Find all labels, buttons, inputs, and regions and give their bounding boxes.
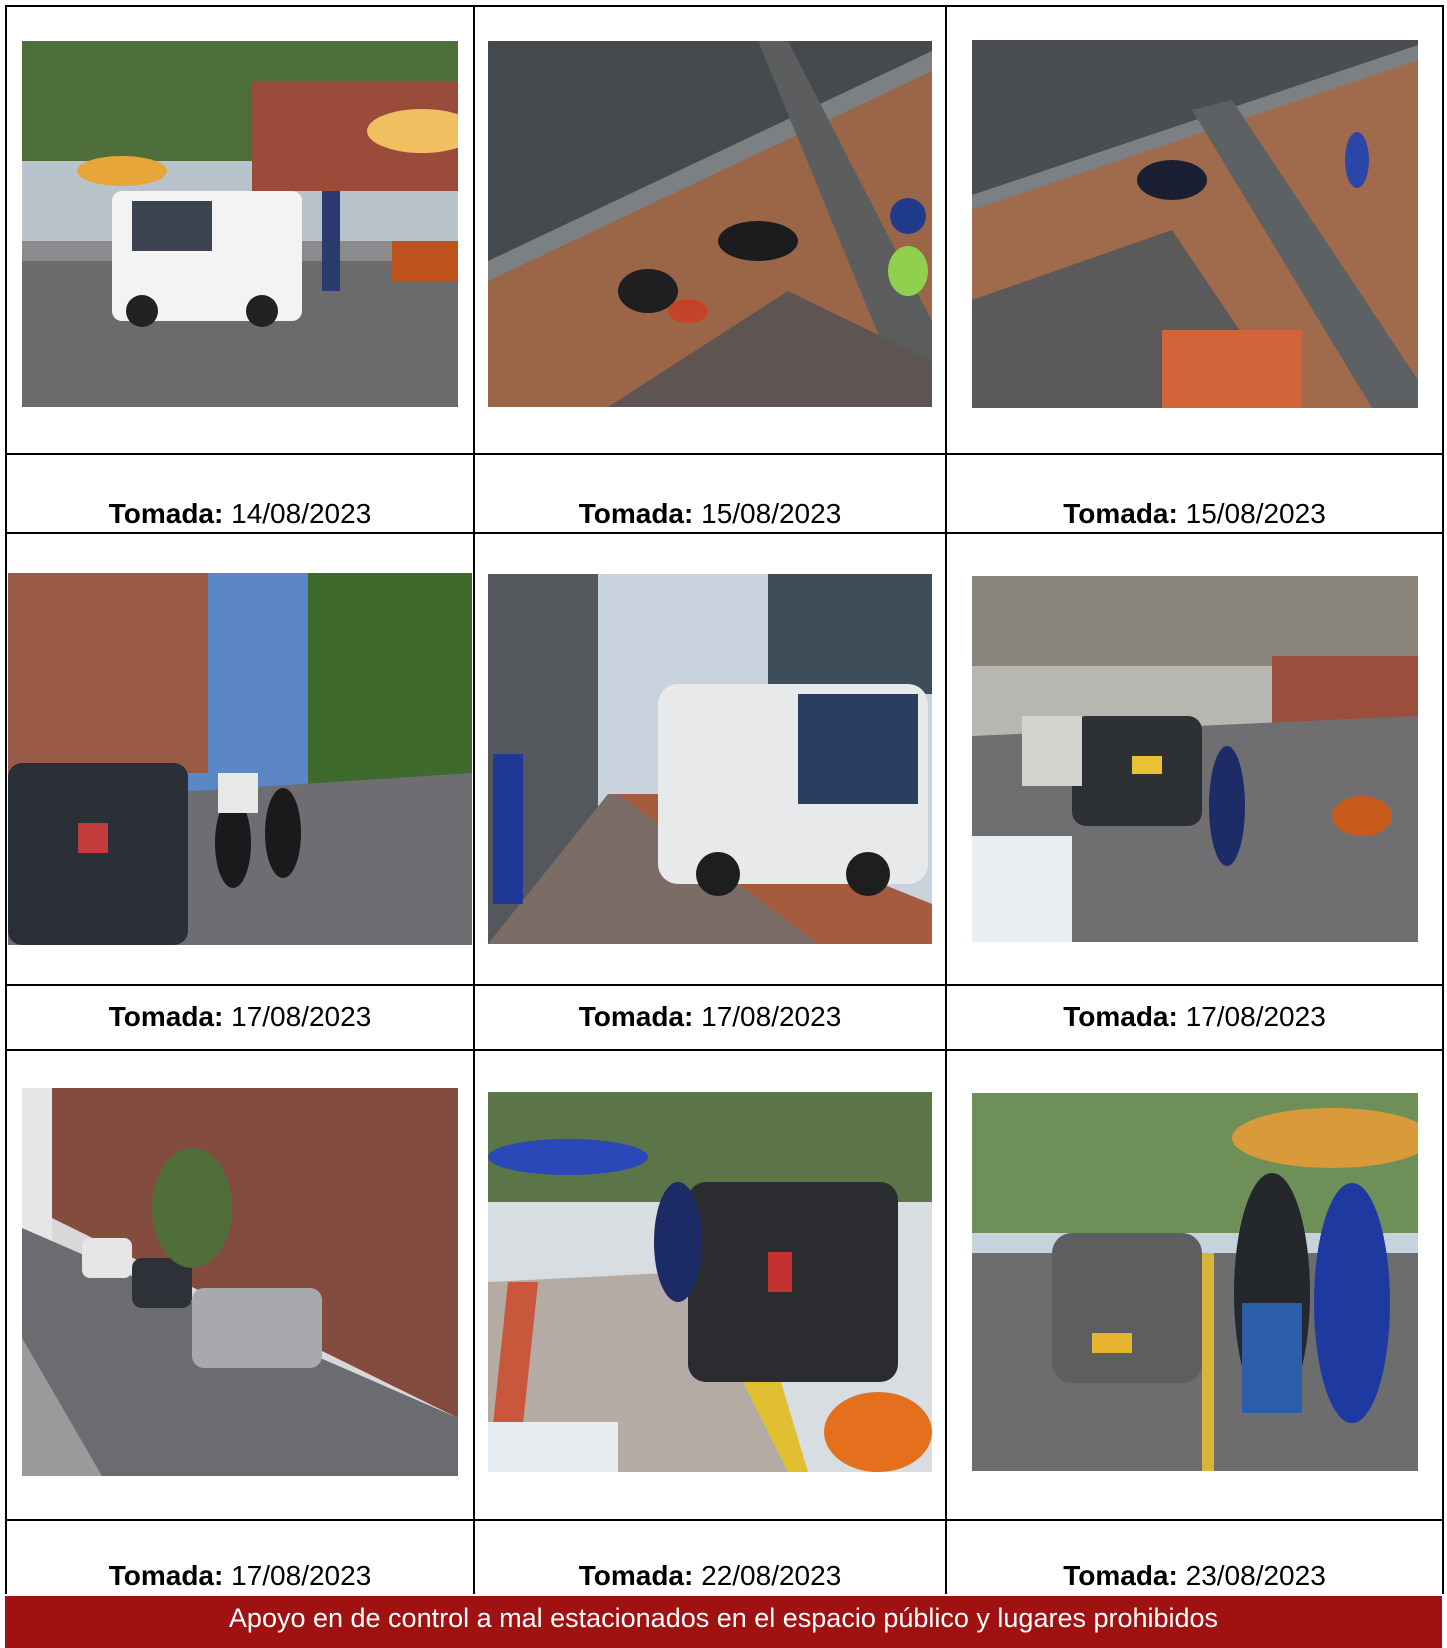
caption-cell-3: Tomada: 15/08/2023	[945, 453, 1444, 534]
caption-row-1: Tomada: 14/08/2023 Tomada: 15/08/2023 To…	[5, 453, 1444, 534]
photo-cell-4	[5, 532, 475, 986]
photo-cell-8	[473, 1049, 947, 1521]
photo-row-2	[5, 532, 1444, 986]
photo-caption: Tomada: 14/08/2023	[108, 498, 372, 529]
photo-caption: Tomada: 17/08/2023	[108, 1000, 372, 1032]
photo-cell-2	[473, 5, 947, 455]
photo-caption: Tomada: 15/08/2023	[1063, 498, 1326, 529]
photo-row-3	[5, 1049, 1444, 1521]
caption-cell-7: Tomada: 17/08/2023	[5, 1519, 475, 1594]
photo-cell-3	[945, 5, 1444, 455]
photo-row-1	[5, 5, 1444, 455]
photo-9	[971, 1093, 1418, 1471]
caption-cell-4: Tomada: 17/08/2023	[5, 984, 475, 1051]
photo-grid-table: Tomada: 14/08/2023 Tomada: 15/08/2023 To…	[5, 5, 1444, 1594]
photo-caption: Tomada: 17/08/2023	[578, 1000, 842, 1032]
photo-8	[488, 1092, 932, 1472]
caption-row-3: Tomada: 17/08/2023 Tomada: 22/08/2023 To…	[5, 1519, 1444, 1594]
photo-5	[488, 574, 932, 944]
photo-6	[971, 576, 1418, 942]
photo-caption: Tomada: 17/08/2023	[108, 1560, 372, 1591]
photo-cell-7	[5, 1049, 475, 1521]
photo-caption: Tomada: 17/08/2023	[1063, 1000, 1326, 1032]
footer-text: Apoyo en de control a mal estacionados e…	[228, 1603, 1219, 1633]
caption-cell-1: Tomada: 14/08/2023	[5, 453, 475, 534]
photo-cell-6	[945, 532, 1444, 986]
photo-cell-9	[945, 1049, 1444, 1521]
photo-2	[488, 41, 932, 407]
photo-caption: Tomada: 22/08/2023	[578, 1560, 842, 1591]
photo-caption: Tomada: 15/08/2023	[578, 498, 842, 529]
caption-row-2: Tomada: 17/08/2023 Tomada: 17/08/2023 To…	[5, 984, 1444, 1051]
footer-banner: Apoyo en de control a mal estacionados e…	[5, 1596, 1442, 1648]
caption-cell-6: Tomada: 17/08/2023	[945, 984, 1444, 1051]
caption-cell-8: Tomada: 22/08/2023	[473, 1519, 947, 1594]
photo-cell-5	[473, 532, 947, 986]
photo-1	[22, 41, 458, 407]
caption-cell-9: Tomada: 23/08/2023	[945, 1519, 1444, 1594]
caption-cell-5: Tomada: 17/08/2023	[473, 984, 947, 1051]
caption-cell-2: Tomada: 15/08/2023	[473, 453, 947, 534]
photo-3	[971, 40, 1418, 408]
photo-caption: Tomada: 23/08/2023	[1063, 1560, 1326, 1591]
photo-4	[8, 573, 472, 945]
photo-7	[22, 1088, 458, 1476]
photo-cell-1	[5, 5, 475, 455]
